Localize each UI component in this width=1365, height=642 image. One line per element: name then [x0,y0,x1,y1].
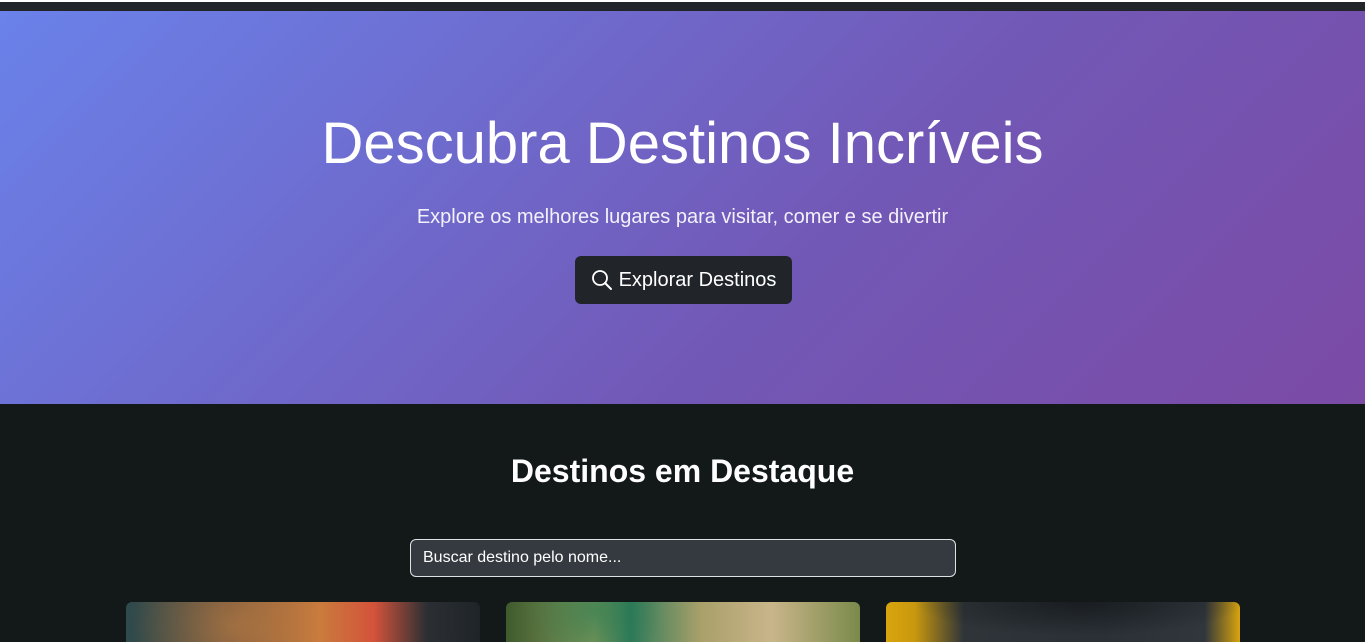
destination-search-input[interactable] [410,539,956,577]
card-photo [126,602,480,642]
hero-subtitle: Explore os melhores lugares para visitar… [416,206,949,228]
destination-card-image[interactable] [506,602,860,642]
hero-title: Descubra Destinos Incríveis [321,111,1044,176]
explore-destinations-label: Explorar Destinos [618,268,777,291]
card-photo [886,602,1240,642]
destination-card-image[interactable] [126,602,480,642]
card-photo [506,602,860,642]
explore-destinations-button[interactable]: Explorar Destinos [575,256,792,304]
destination-card-image[interactable] [886,602,1240,642]
search-icon [591,269,613,291]
hero-section: Descubra Destinos Incríveis Explore os m… [0,11,1365,404]
top-navbar [0,0,1365,11]
featured-title: Destinos em Destaque [510,453,855,489]
top-navbar-strip [0,2,1365,11]
featured-destinations-section: Destinos em Destaque [0,404,1365,642]
